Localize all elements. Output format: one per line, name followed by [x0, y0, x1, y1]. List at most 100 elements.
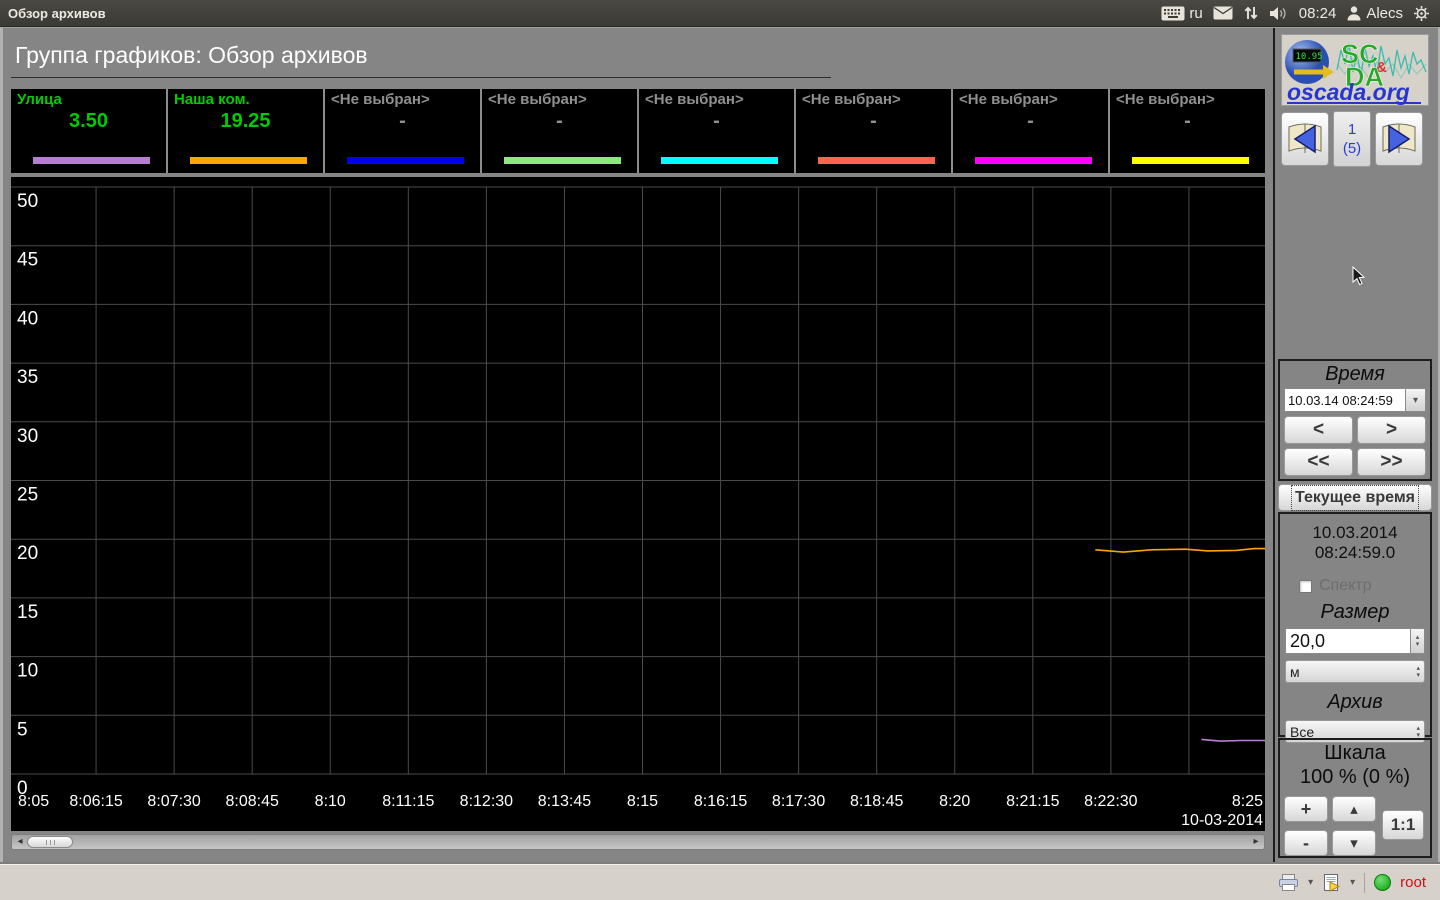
mouse-cursor [1352, 266, 1366, 286]
export-dropdown-icon[interactable]: ▾ [1350, 877, 1355, 888]
svg-text:8:12:30: 8:12:30 [460, 793, 513, 810]
legend-cell[interactable]: <Не выбран> - [796, 89, 951, 173]
svg-text:8:18:45: 8:18:45 [850, 793, 903, 810]
legend-cell[interactable]: <Не выбран> - [639, 89, 794, 173]
status-dot-icon [1374, 874, 1392, 891]
time-page-back-button[interactable]: << [1284, 448, 1353, 476]
legend-label: <Не выбран> [802, 91, 901, 108]
size-input[interactable]: 20,0 [1285, 628, 1410, 654]
svg-text:40: 40 [17, 308, 38, 329]
datetime-input[interactable]: 10.03.14 08:24:59 [1284, 388, 1405, 412]
time-step-back-button[interactable]: < [1284, 416, 1353, 444]
page-current: 1 [1347, 121, 1357, 138]
current-time-button[interactable]: Текущее время [1278, 484, 1432, 511]
spectrum-checkbox[interactable] [1299, 579, 1312, 593]
printer-icon[interactable] [1278, 873, 1299, 892]
current-datetime-display: 10.03.2014 08:24:59.0 [1285, 523, 1425, 563]
svg-text:8:16:15: 8:16:15 [694, 793, 747, 810]
settings-section: 10.03.2014 08:24:59.0 Спектр Размер 20,0… [1278, 512, 1432, 743]
svg-text:8:06:15: 8:06:15 [69, 793, 122, 810]
legend-label: <Не выбран> [331, 91, 430, 108]
legend-value: 19.25 [220, 110, 271, 132]
time-section-title: Время [1325, 363, 1385, 385]
time-page-forward-button[interactable]: >> [1357, 448, 1426, 476]
legend-color-bar [660, 157, 779, 164]
title-underline [11, 77, 831, 78]
clock-indicator[interactable]: 08:24 [1299, 5, 1337, 22]
trend-chart-svg[interactable]: 051015202530354045508:05 8:06:15 8:07:30 8:… [11, 177, 1268, 831]
legend-cell[interactable]: <Не выбран> - [953, 89, 1108, 173]
legend-cell[interactable]: <Не выбран> - [1110, 89, 1265, 173]
legend-cell[interactable]: Улица 3.50 [11, 89, 166, 173]
legend-cell[interactable]: Наша ком. 19.25 [168, 89, 323, 173]
page-prev-button[interactable] [1281, 112, 1329, 166]
legend-value: - [399, 110, 406, 132]
trend-chart[interactable]: 0 5 10 15 20 25 30 35 40 45 50 8:05 8:06:15 8:07:30 8:… [11, 177, 1268, 831]
legend-label: <Не выбран> [645, 91, 744, 108]
legend-value: 3.50 [69, 110, 108, 132]
svg-text:20: 20 [17, 543, 38, 564]
time-section: Время 10.03.14 08:24:59 ▾ < > << >> [1278, 359, 1432, 481]
svg-text:50: 50 [17, 191, 38, 212]
triangle-down-icon: ▾ [1350, 835, 1358, 852]
svg-text:8:17:30: 8:17:30 [772, 793, 825, 810]
printer-dropdown-icon[interactable]: ▾ [1308, 877, 1313, 888]
svg-text:8:10: 8:10 [315, 793, 346, 810]
legend-label: <Не выбран> [959, 91, 1058, 108]
size-spinner[interactable]: ▴ ▾ [1410, 628, 1425, 654]
time-step-forward-button[interactable]: > [1357, 416, 1426, 444]
svg-text:8:07:30: 8:07:30 [147, 793, 200, 810]
book-prev-icon [1288, 123, 1322, 154]
oscada-logo-image: 10.95 SC & DA oscada.org [1281, 34, 1429, 106]
svg-text:35: 35 [17, 367, 38, 388]
scale-plus-button[interactable]: + [1284, 796, 1328, 822]
archive-section-title: Архив [1327, 691, 1383, 713]
legend-label: Улица [17, 91, 62, 108]
scale-one-to-one-button[interactable]: 1:1 [1382, 810, 1424, 840]
volume-indicator[interactable] [1269, 6, 1289, 21]
scale-up-button[interactable]: ▴ [1332, 796, 1376, 822]
session-menu[interactable] [1413, 5, 1430, 22]
svg-text:8:20: 8:20 [939, 793, 970, 810]
svg-text:30: 30 [17, 426, 38, 447]
scale-section-title: Шкала [1324, 742, 1386, 764]
size-unit-select[interactable]: м ▴ ▾ [1285, 660, 1425, 683]
svg-text:15: 15 [17, 602, 38, 623]
spinner-up-icon[interactable]: ▴ [1416, 634, 1420, 641]
chart-horizontal-scrollbar[interactable]: ◂ ▸ [11, 834, 1265, 850]
spinner-down-icon[interactable]: ▾ [1416, 641, 1420, 648]
legend-color-bar [32, 157, 151, 164]
oscada-logo: 10.95 SC & DA oscada.org [1281, 34, 1429, 111]
scale-value: 100 % (0 %) [1299, 766, 1411, 788]
sync-indicator[interactable] [1243, 5, 1259, 21]
keyboard-indicator[interactable]: ru [1161, 5, 1203, 22]
export-doc-icon[interactable] [1322, 873, 1341, 892]
scale-minus-button[interactable]: - [1284, 830, 1328, 856]
user-icon [1347, 6, 1361, 21]
trend-legend: Улица 3.50 Наша ком. 19.25 <Не выбран> - <Не в… [11, 89, 1265, 173]
datetime-dropdown-button[interactable]: ▾ [1405, 388, 1426, 412]
system-top-bar: Обзор архивов ru 08:24 Alecs [0, 0, 1440, 27]
svg-text:8:13:45: 8:13:45 [538, 793, 591, 810]
legend-label: <Не выбран> [488, 91, 587, 108]
scrollbar-right-arrow-icon[interactable]: ▸ [1249, 835, 1263, 849]
scrollbar-left-arrow-icon[interactable]: ◂ [13, 835, 27, 849]
legend-cell[interactable]: <Не выбран> - [482, 89, 637, 173]
svg-text:8:25: 8:25 [1232, 793, 1263, 810]
current-time-line: 08:24:59.0 [1314, 543, 1396, 562]
legend-cell[interactable]: <Не выбран> - [325, 89, 480, 173]
control-panel: 10.95 SC & DA oscada.org 1 (5) Время 10. [1273, 28, 1437, 864]
page-next-button[interactable] [1375, 112, 1423, 166]
svg-text:8:05: 8:05 [18, 793, 49, 810]
user-menu[interactable]: Alecs [1346, 5, 1403, 22]
legend-color-bar [974, 157, 1093, 164]
svg-text:5: 5 [17, 719, 28, 740]
logo-site-text: oscada.org [1287, 79, 1410, 105]
size-section-title: Размер [1320, 601, 1390, 623]
legend-value: - [1027, 110, 1034, 132]
user-name: Alecs [1366, 4, 1403, 22]
scrollbar-thumb[interactable] [27, 836, 73, 848]
scale-down-button[interactable]: ▾ [1332, 830, 1376, 856]
mail-indicator[interactable] [1213, 6, 1233, 20]
svg-text:8:15: 8:15 [627, 793, 658, 810]
